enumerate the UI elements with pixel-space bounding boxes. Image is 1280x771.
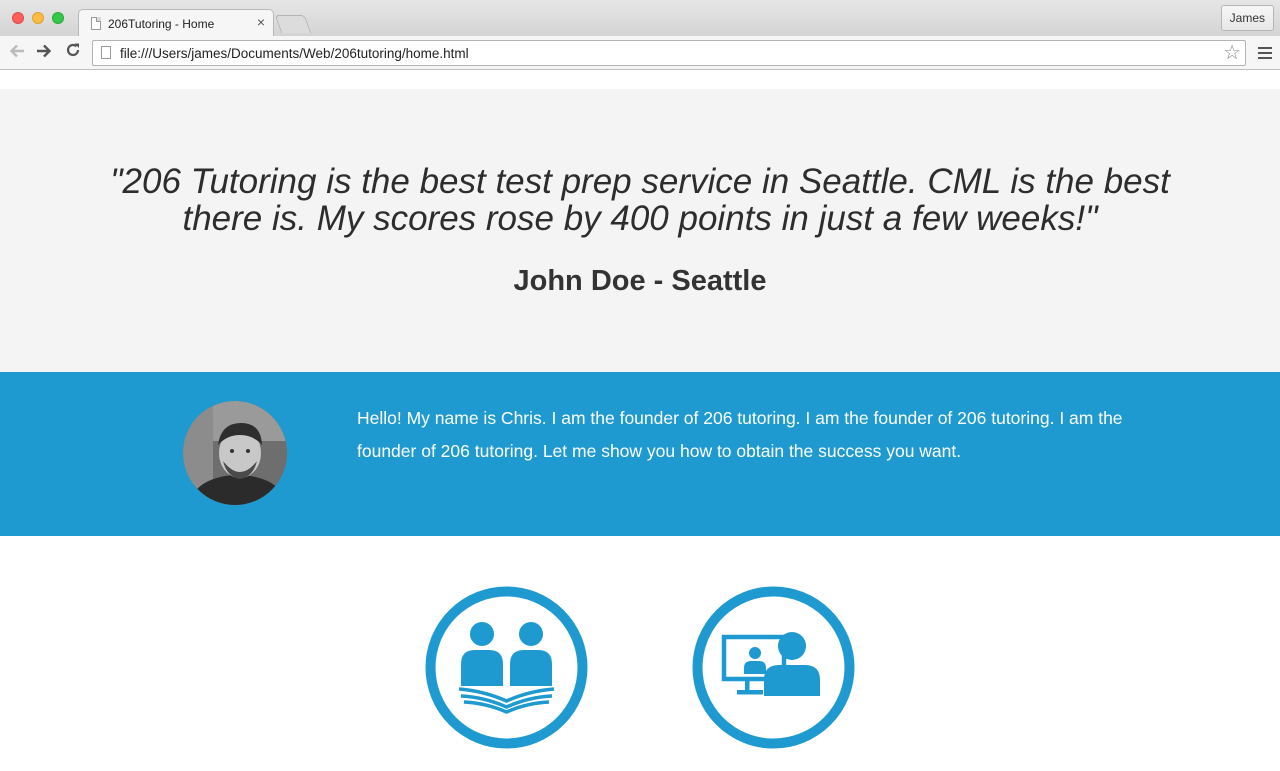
tab-close-icon[interactable]: ×: [257, 15, 265, 29]
tab-title: 206Tutoring - Home: [108, 17, 215, 31]
services-section: [0, 536, 1280, 771]
testimonial-section: "206 Tutoring is the best test prep serv…: [0, 89, 1280, 372]
browser-toolbar: file:///Users/james/Documents/Web/206tut…: [0, 36, 1280, 70]
browser-tab-active[interactable]: 206Tutoring - Home ×: [78, 9, 274, 37]
founder-intro-text: Hello! My name is Chris. I am the founde…: [357, 408, 1123, 461]
new-tab-button[interactable]: [274, 15, 312, 33]
avatar: [183, 401, 287, 505]
online-tutoring-icon[interactable]: [691, 585, 856, 750]
founder-section: Hello! My name is Chris. I am the founde…: [0, 372, 1280, 536]
bookmark-star-icon[interactable]: ☆: [1223, 42, 1241, 64]
url-text[interactable]: file:///Users/james/Documents/Web/206tut…: [120, 46, 469, 61]
address-bar[interactable]: file:///Users/james/Documents/Web/206tut…: [92, 40, 1246, 66]
testimonial-quote: "206 Tutoring is the best test prep serv…: [110, 162, 1170, 238]
reload-icon[interactable]: [62, 42, 84, 64]
profile-button[interactable]: James: [1220, 5, 1274, 31]
window-maximize-button[interactable]: [52, 12, 64, 24]
back-arrow-icon[interactable]: [6, 42, 28, 64]
group-study-icon[interactable]: [424, 585, 589, 750]
testimonial-author: John Doe - Seattle: [513, 265, 767, 297]
window-close-button[interactable]: [12, 12, 24, 24]
page-icon: [91, 17, 101, 30]
forward-arrow-icon[interactable]: [33, 42, 55, 64]
window-minimize-button[interactable]: [32, 12, 44, 24]
menu-icon[interactable]: [1258, 47, 1272, 62]
page-icon: [101, 46, 111, 59]
browser-tab-bar: 206Tutoring - Home × James: [0, 0, 1280, 37]
page-viewport: "206 Tutoring is the best test prep serv…: [0, 71, 1280, 771]
